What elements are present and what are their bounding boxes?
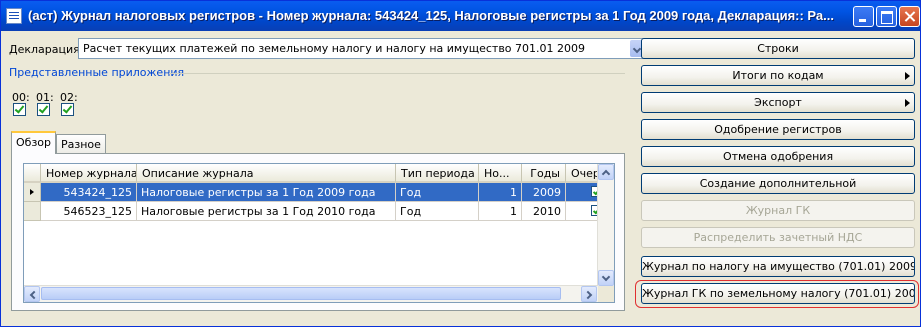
cell-period-type[interactable]: Год [396,183,479,202]
declaration-label: Декларация: [9,43,84,56]
main-window: (аст) Журнал налоговых регистров - Номер… [0,0,921,327]
rows-button[interactable]: Строки [641,38,915,59]
declaration-value: Расчет текущих платежей по земельному на… [83,42,586,55]
cell-number[interactable]: 546523_125 [41,202,137,221]
cancel-approval-label: Отмена одобрения [722,150,834,163]
group-divider [169,73,625,74]
cell-period-type[interactable]: Год [396,202,479,221]
close-button[interactable] [899,6,920,27]
window-title: (аст) Журнал налоговых регистров - Номер… [28,8,834,23]
export-button-label: Экспорт [754,96,802,109]
column-header-number[interactable]: Номер журнала [41,164,137,183]
vertical-scrollbar[interactable] [597,164,614,286]
minimize-button[interactable] [853,6,874,27]
approve-button-label: Одобрение регистров [714,123,842,136]
maximize-button[interactable] [876,6,897,27]
scroll-down-icon[interactable] [598,270,614,286]
distribute-vat-label: Распределить зачетный НДС [693,231,863,244]
column-header-year[interactable]: Годы [522,164,566,183]
attachment-checkbox-00[interactable] [13,103,26,116]
distribute-vat-button: Распределить зачетный НДС [641,227,915,248]
scroll-up-icon[interactable] [598,164,614,180]
totals-by-codes-button[interactable]: Итоги по кодам [641,65,915,86]
cell-no[interactable]: 1 [479,183,522,202]
current-row-arrow-icon [30,189,34,195]
submenu-arrow-icon [905,72,910,80]
tab-overview[interactable]: Обзор [11,131,57,154]
create-additional-button[interactable]: Создание дополнительной [641,173,915,194]
attachment-checkbox-01[interactable] [37,103,50,116]
submenu-arrow-icon [905,99,910,107]
approve-registers-button[interactable]: Одобрение регистров [641,119,915,140]
totals-button-label: Итоги по кодам [732,69,824,82]
attachment-checkbox-02[interactable] [61,103,74,116]
cell-no[interactable]: 1 [479,202,522,221]
land-tax-gl-journal-button[interactable]: Журнал ГК по земельному налогу (701.01) … [641,283,915,304]
app-list-icon[interactable] [6,8,22,24]
column-header-period-type[interactable]: Тип периода [396,164,479,183]
gl-journal-label: Журнал ГК [745,204,811,217]
column-header-description[interactable]: Описание журнала [137,164,396,183]
attachments-group-title: Представленные приложения [9,66,185,79]
row-selector[interactable] [24,183,41,202]
scroll-corner [598,286,614,302]
cell-description[interactable]: Налоговые регистры за 1 Год 2010 года [137,202,396,221]
tab-misc[interactable]: Разное [56,134,106,154]
title-bar[interactable]: (аст) Журнал налоговых регистров - Номер… [1,1,920,31]
land-tax-gl-journal-label: Журнал ГК по земельному налогу (701.01) … [642,287,915,300]
horizontal-scroll-thumb[interactable] [41,287,561,300]
property-tax-journal-label: Журнал по налогу на имущество (701.01) 2… [642,260,915,273]
property-tax-journal-button[interactable]: Журнал по налогу на имущество (701.01) 2… [641,256,915,277]
cancel-approval-button[interactable]: Отмена одобрения [641,146,915,167]
scroll-right-icon[interactable] [581,286,597,302]
row-selector[interactable] [24,202,41,221]
cell-number[interactable]: 543424_125 [41,183,137,202]
horizontal-scrollbar[interactable] [24,285,598,302]
cell-description[interactable]: Налоговые регистры за 1 Год 2009 года [137,183,396,202]
declaration-select[interactable]: Расчет текущих платежей по земельному на… [78,38,647,59]
journal-grid: Номер журнала Описание журнала Тип перио… [23,163,615,303]
export-button[interactable]: Экспорт [641,92,915,113]
scroll-left-icon[interactable] [24,286,40,302]
column-header-no[interactable]: Но... [479,164,522,183]
create-additional-label: Создание дополнительной [699,177,857,190]
gl-journal-button: Журнал ГК [641,200,915,221]
cell-year[interactable]: 2009 [522,183,566,202]
rows-button-label: Строки [757,42,799,55]
cell-year[interactable]: 2010 [522,202,566,221]
grid-corner-header [24,164,41,183]
